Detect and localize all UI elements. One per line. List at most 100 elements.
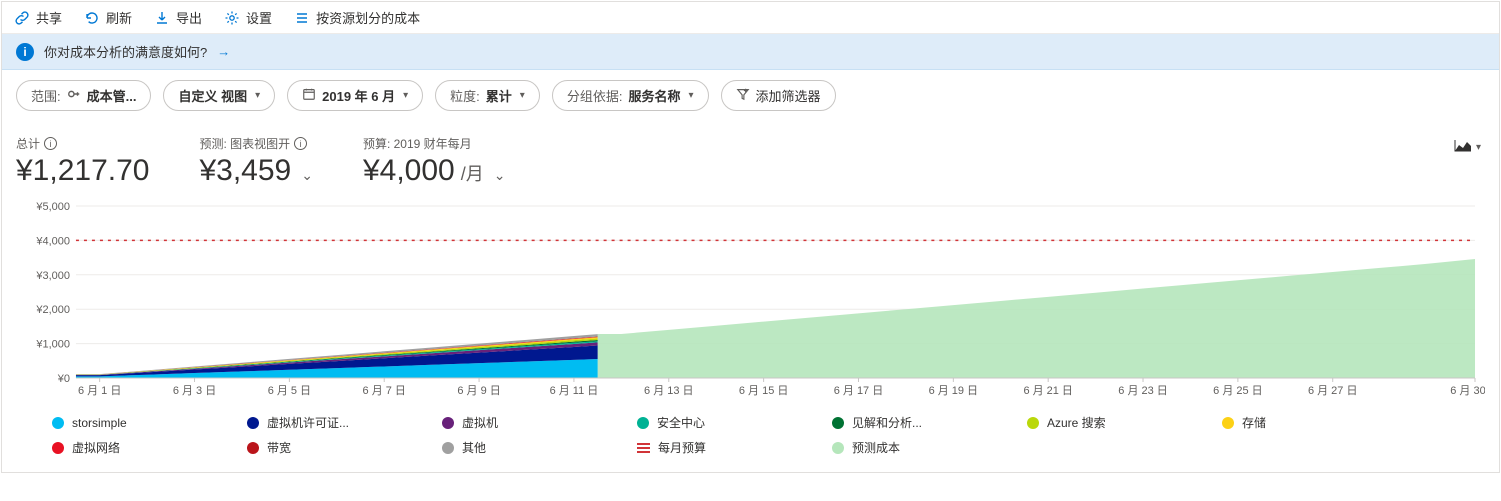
legend-item[interactable]: 存储: [1222, 410, 1417, 435]
add-filter-pill[interactable]: 添加筛选器: [721, 80, 836, 111]
command-bar: 共享 刷新 导出 设置 按资源划分的成本: [2, 2, 1499, 34]
svg-text:6 月 9 日: 6 月 9 日: [457, 385, 500, 397]
svg-text:¥4,000: ¥4,000: [35, 235, 70, 247]
legend-label: 见解和分析...: [852, 414, 922, 431]
legend-swatch: [247, 442, 259, 454]
svg-text:6 月 1 日: 6 月 1 日: [78, 385, 121, 397]
add-filter-label: 添加筛选器: [756, 86, 821, 105]
svg-text:6 月 21 日: 6 月 21 日: [1023, 385, 1072, 397]
link-icon: [14, 10, 30, 26]
export-button[interactable]: 导出: [154, 8, 202, 27]
granularity-value: 累计: [486, 86, 512, 105]
legend-label: 虚拟机许可证...: [267, 414, 349, 431]
filter-bar: 范围: 成本管... 自定义 视图 ▾ 2019 年 6 月 ▾ 粒度: 累计 …: [2, 70, 1499, 121]
svg-text:6 月 17 日: 6 月 17 日: [834, 385, 883, 397]
legend-item[interactable]: 其他: [442, 435, 637, 460]
granularity-label: 粒度:: [450, 86, 480, 105]
legend-swatch: [247, 417, 259, 429]
legend-label: 带宽: [267, 439, 291, 456]
info-icon[interactable]: i: [294, 137, 307, 150]
svg-text:6 月 30 日: 6 月 30 日: [1450, 385, 1485, 397]
area-chart-icon: [1454, 139, 1472, 156]
legend-swatch: [442, 417, 454, 429]
legend-swatch: [1027, 417, 1039, 429]
share-label: 共享: [36, 8, 62, 27]
chevron-down-icon: ⌄: [301, 167, 313, 184]
legend-label: 预测成本: [852, 439, 900, 456]
legend-item[interactable]: 虚拟机: [442, 410, 637, 435]
arrow-right-icon: →: [217, 44, 230, 59]
chevron-down-icon: ▾: [520, 90, 525, 101]
forecast-value: ¥3,459: [199, 154, 291, 188]
svg-text:¥1,000: ¥1,000: [35, 339, 70, 351]
legend-swatch: [52, 442, 64, 454]
budget-suffix: /月: [461, 160, 484, 186]
svg-text:6 月 7 日: 6 月 7 日: [363, 385, 406, 397]
scope-pill[interactable]: 范围: 成本管...: [16, 80, 151, 111]
legend-label: 虚拟机: [462, 414, 498, 431]
calendar-icon: [302, 87, 316, 104]
chevron-down-icon: ▾: [688, 90, 693, 101]
group-by-pill[interactable]: 分组依据: 服务名称 ▾: [552, 80, 709, 111]
svg-text:¥5,000: ¥5,000: [35, 201, 70, 213]
forecast-block[interactable]: 预测: 图表视图开 i ¥3,459 ⌄: [199, 135, 313, 188]
legend-item[interactable]: 每月预算: [637, 435, 832, 460]
svg-text:6 月 19 日: 6 月 19 日: [929, 385, 978, 397]
svg-text:6 月 25 日: 6 月 25 日: [1213, 385, 1262, 397]
svg-text:6 月 27 日: 6 月 27 日: [1308, 385, 1357, 397]
chevron-down-icon: ⌄: [494, 167, 506, 184]
svg-text:6 月 11 日: 6 月 11 日: [550, 385, 599, 397]
legend-item[interactable]: 见解和分析...: [832, 410, 1027, 435]
cost-chart: ¥0¥1,000¥2,000¥3,000¥4,000¥5,0006 月 1 日6…: [2, 192, 1499, 406]
period-value: 2019 年 6 月: [322, 86, 395, 105]
granularity-pill[interactable]: 粒度: 累计 ▾: [435, 80, 540, 111]
budget-label: 预算: 2019 财年每月: [363, 135, 472, 152]
svg-text:6 月 23 日: 6 月 23 日: [1118, 385, 1167, 397]
summary-row: 总计 i ¥1,217.70 预测: 图表视图开 i ¥3,459 ⌄ 预算: …: [2, 121, 1499, 192]
legend-item[interactable]: Azure 搜索: [1027, 410, 1222, 435]
svg-text:6 月 3 日: 6 月 3 日: [173, 385, 216, 397]
legend-item[interactable]: 虚拟机许可证...: [247, 410, 442, 435]
svg-text:6 月 15 日: 6 月 15 日: [739, 385, 788, 397]
feedback-text: 你对成本分析的满意度如何?: [44, 42, 207, 61]
legend-item[interactable]: 预测成本: [832, 435, 1027, 460]
group-by-value: 服务名称: [628, 86, 680, 105]
period-pill[interactable]: 2019 年 6 月 ▾: [287, 80, 423, 111]
chevron-down-icon: ▾: [1476, 142, 1481, 153]
cost-by-resource-button[interactable]: 按资源划分的成本: [294, 8, 420, 27]
scope-value: 成本管...: [87, 86, 137, 105]
svg-text:6 月 13 日: 6 月 13 日: [644, 385, 693, 397]
svg-text:6 月 5 日: 6 月 5 日: [268, 385, 311, 397]
view-pill[interactable]: 自定义 视图 ▾: [163, 80, 275, 111]
share-button[interactable]: 共享: [14, 8, 62, 27]
settings-label: 设置: [246, 8, 272, 27]
forecast-label: 预测: 图表视图开: [199, 135, 290, 152]
key-icon: [67, 87, 81, 104]
budget-block[interactable]: 预算: 2019 财年每月 ¥4,000/月 ⌄: [363, 135, 506, 188]
legend-label: Azure 搜索: [1047, 414, 1106, 431]
chart-type-button[interactable]: ▾: [1454, 139, 1481, 156]
scope-label: 范围:: [31, 86, 61, 105]
legend-item[interactable]: 安全中心: [637, 410, 832, 435]
refresh-icon: [84, 10, 100, 26]
svg-text:¥2,000: ¥2,000: [35, 304, 70, 316]
export-label: 导出: [176, 8, 202, 27]
group-by-label: 分组依据:: [567, 86, 623, 105]
total-label: 总计: [16, 135, 40, 152]
legend-swatch: [637, 417, 649, 429]
settings-button[interactable]: 设置: [224, 8, 272, 27]
chevron-down-icon: ▾: [403, 90, 408, 101]
feedback-banner[interactable]: i 你对成本分析的满意度如何? →: [2, 34, 1499, 70]
refresh-button[interactable]: 刷新: [84, 8, 132, 27]
legend-label: 每月预算: [658, 439, 706, 456]
legend-item[interactable]: 带宽: [247, 435, 442, 460]
budget-value: ¥4,000: [363, 154, 455, 188]
legend-item[interactable]: storsimple: [52, 410, 247, 435]
filter-icon: [736, 87, 750, 104]
legend-item[interactable]: 虚拟网络: [52, 435, 247, 460]
info-icon[interactable]: i: [44, 137, 57, 150]
legend-swatch: [52, 417, 64, 429]
legend-swatch: [832, 417, 844, 429]
download-icon: [154, 10, 170, 26]
svg-text:¥0: ¥0: [57, 373, 70, 385]
